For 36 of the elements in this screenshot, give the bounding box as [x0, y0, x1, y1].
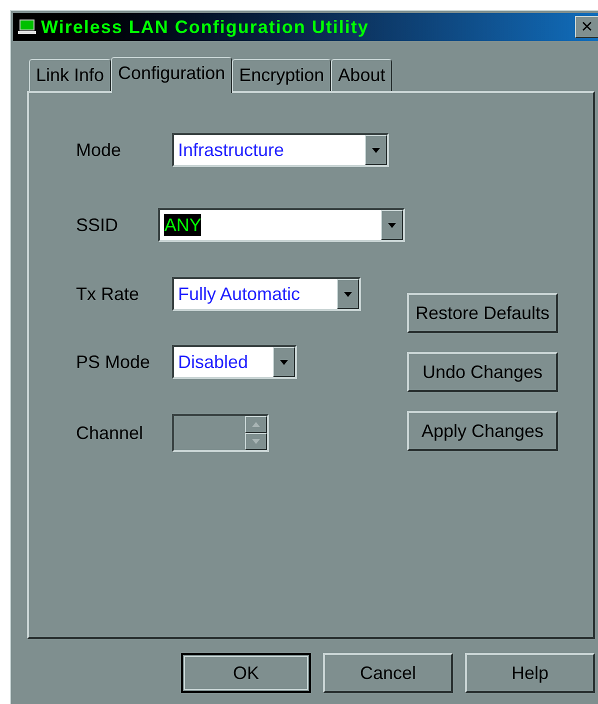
- field-value: Infrastructure: [178, 139, 284, 161]
- tab[interactable]: Link Info: [29, 59, 112, 91]
- dropdown-arrow-icon: [388, 222, 396, 228]
- field-label: Tx Rate: [76, 282, 140, 306]
- window-title: Wireless LAN Configuration Utility: [41, 16, 369, 39]
- action-button[interactable]: Restore Defaults: [407, 293, 558, 333]
- tab[interactable]: Configuration: [111, 57, 232, 93]
- dropdown-button[interactable]: [337, 279, 359, 309]
- field-label: PS Mode: [76, 350, 152, 374]
- tab[interactable]: About: [331, 59, 392, 91]
- up-arrow-icon: [252, 422, 260, 427]
- dropdown-button[interactable]: [273, 347, 295, 377]
- dialog-button[interactable]: OK: [181, 653, 311, 693]
- field-value: ANY: [164, 214, 202, 236]
- action-button[interactable]: Apply Changes: [407, 411, 558, 451]
- action-button[interactable]: Undo Changes: [407, 352, 558, 392]
- dropdown-arrow-icon: [280, 360, 288, 364]
- field-label: Mode: [76, 138, 122, 162]
- dropdown-field[interactable]: Infrastructure: [172, 133, 389, 167]
- dropdown-field[interactable]: Disabled: [172, 345, 297, 379]
- dropdown-field[interactable]: Fully Automatic: [172, 277, 361, 311]
- field-label: Channel: [76, 422, 144, 444]
- dialog-button[interactable]: Cancel: [323, 653, 453, 693]
- dropdown-button[interactable]: [365, 135, 387, 165]
- field-label: SSID: [76, 214, 120, 236]
- tab[interactable]: Encryption: [232, 59, 332, 91]
- dialog-button[interactable]: Help: [465, 653, 595, 693]
- dropdown-arrow-icon: [372, 148, 380, 152]
- computer-icon: [17, 19, 37, 35]
- field-value: Fully Automatic: [178, 283, 300, 305]
- dropdown-field[interactable]: ANY: [158, 208, 405, 242]
- dropdown-arrow-icon: [252, 439, 260, 444]
- field-value: Disabled: [178, 351, 248, 373]
- dropdown-arrow-icon: [344, 292, 352, 296]
- dropdown-button[interactable]: [381, 210, 403, 240]
- close-button[interactable]: ×: [575, 16, 598, 38]
